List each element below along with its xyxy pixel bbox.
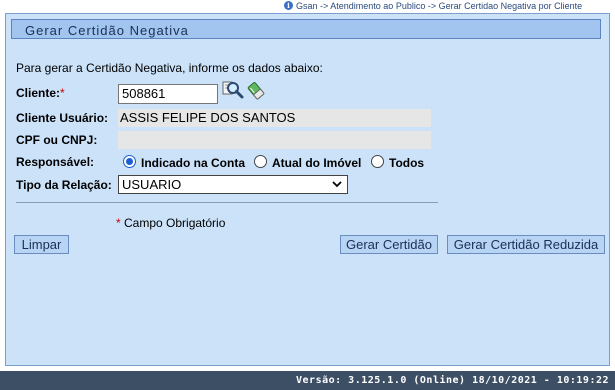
form-panel: Gerar Certidão Negativa Para gerar a Cer… (5, 13, 610, 366)
mandatory-note-text: Campo Obrigatório (124, 216, 226, 230)
eraser-icon[interactable] (247, 80, 265, 100)
radio-label-indicado-na-conta[interactable]: Indicado na Conta (141, 156, 245, 170)
cpf-cnpj-field (118, 131, 431, 149)
cliente-usuario-label: Cliente Usuário: (16, 111, 109, 125)
radio-indicado-na-conta[interactable] (123, 155, 136, 168)
radio-todos[interactable] (371, 155, 384, 168)
info-icon: i (284, 1, 293, 10)
limpar-button[interactable]: Limpar (14, 235, 69, 254)
search-icon[interactable] (222, 80, 244, 100)
tipo-relacao-select[interactable]: USUARIO (118, 175, 348, 194)
chevron-down-icon (332, 181, 342, 188)
mandatory-note: * Campo Obrigatório (116, 216, 225, 230)
gerar-certidao-reduzida-button[interactable]: Gerar Certidão Reduzida (447, 235, 605, 254)
breadcrumb-text[interactable]: Gsan -> Atendimento ao Publico -> Gerar … (296, 0, 582, 12)
cliente-input[interactable]: 508861 (118, 84, 218, 104)
page-title: Gerar Certidão Negativa (25, 23, 189, 38)
cpf-cnpj-label: CPF ou CNPJ: (16, 133, 98, 147)
radio-label-todos[interactable]: Todos (389, 156, 424, 170)
intro-text: Para gerar a Certidão Negativa, informe … (16, 61, 323, 75)
gerar-certidao-button[interactable]: Gerar Certidão (340, 235, 438, 254)
radio-label-atual-do-imovel[interactable]: Atual do Imóvel (272, 156, 361, 170)
radio-atual-do-imovel[interactable] (254, 155, 267, 168)
cliente-label-text: Cliente: (16, 86, 61, 100)
required-mark: * (60, 86, 65, 100)
cliente-usuario-field: ASSIS FELIPE DOS SANTOS (118, 109, 431, 127)
panel-header: Gerar Certidão Negativa (11, 19, 601, 39)
responsavel-label: Responsável: (16, 155, 95, 169)
tipo-relacao-value: USUARIO (122, 177, 182, 192)
cliente-label: Cliente:* (16, 86, 65, 100)
divider (16, 202, 438, 203)
required-mark: * (116, 216, 121, 230)
version-footer: Versão: 3.125.1.0 (Online) 18/10/2021 - … (0, 371, 615, 390)
breadcrumb: i Gsan -> Atendimento ao Publico -> Gera… (0, 0, 615, 12)
tipo-relacao-label: Tipo da Relação: (16, 178, 112, 192)
